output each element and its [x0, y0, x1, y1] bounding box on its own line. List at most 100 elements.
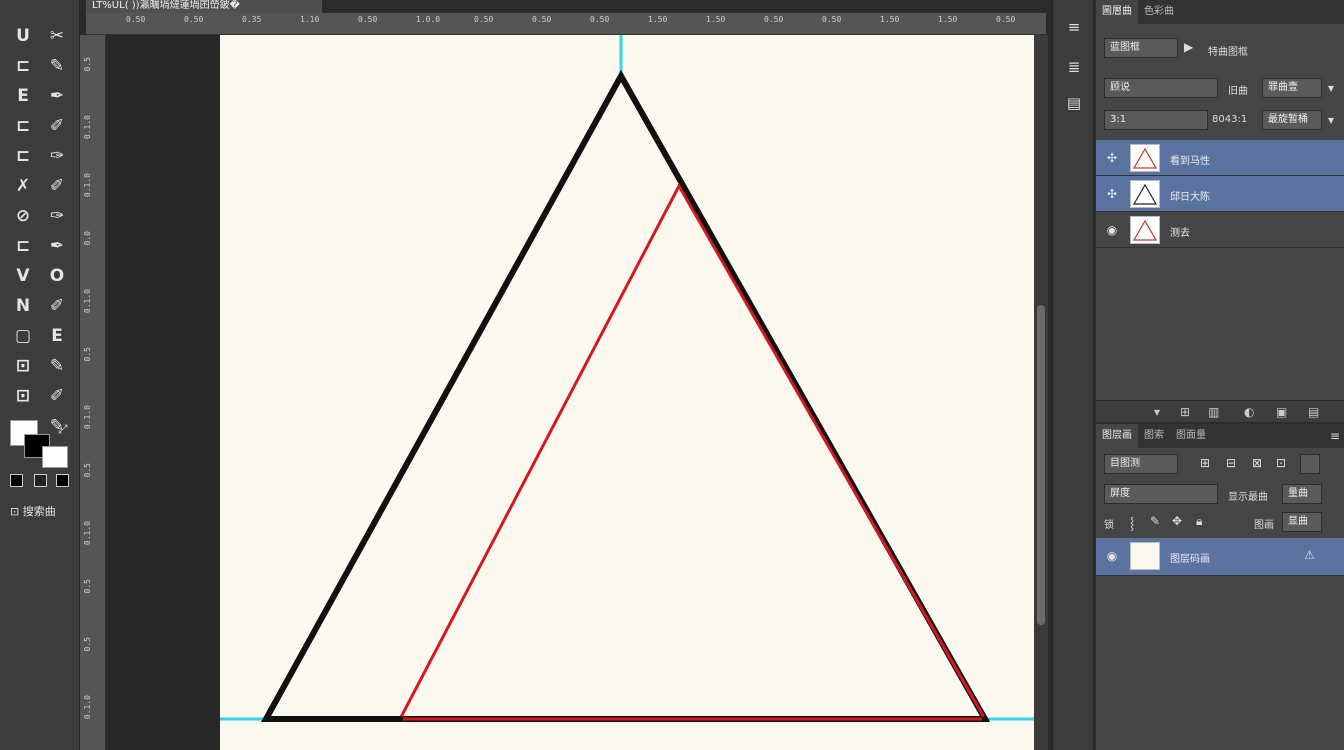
opacity-dropdown-icon[interactable]: ▾: [1328, 81, 1334, 95]
tool-button-9[interactable]: ✑: [42, 144, 72, 168]
upper-panel-footer: ▾ ⊞ ▥ ◐ ▣ ▤: [1096, 400, 1344, 422]
layer-row[interactable]: ◉ 图层码画 ⚠: [1096, 538, 1344, 576]
link-icon[interactable]: ✣: [1104, 150, 1120, 166]
lock-pixels-icon[interactable]: ✎: [1150, 514, 1160, 528]
layer-row[interactable]: ✣ 看到马性: [1096, 140, 1344, 176]
mask-icon[interactable]: ▥: [1208, 405, 1219, 419]
tool-button-19[interactable]: ✐: [42, 294, 72, 318]
ruler-tick-label: 0.50: [822, 15, 842, 24]
tab-channels[interactable]: 图索: [1138, 424, 1170, 448]
tab-layers[interactable]: 图层画: [1096, 424, 1138, 448]
ruler-tick-label: 0.5: [83, 579, 92, 594]
tool-button-7[interactable]: ✐: [42, 114, 72, 138]
lock-field[interactable]: 最旋暂桶: [1262, 110, 1322, 130]
tool-button-24[interactable]: ⊡: [8, 384, 38, 408]
lock-all-icon[interactable]: 🔒︎: [1196, 514, 1202, 529]
visibility-eye-icon[interactable]: ◉: [1104, 548, 1120, 564]
filter-shape-icon[interactable]: ⊡: [1276, 456, 1286, 470]
tool-button-21[interactable]: E: [42, 324, 72, 348]
tool-button-17[interactable]: O: [42, 264, 72, 288]
tool-button-25[interactable]: ✐: [42, 384, 72, 408]
tool-button-5[interactable]: ✒: [42, 84, 72, 108]
blend-mode-select[interactable]: 屏度: [1104, 484, 1218, 504]
vertical-ruler[interactable]: 0.5 0.1.0 0.1.0 0.0 0.1.0 0.5 0.1.0 0.5 0.1.0 0.5…: [80, 35, 106, 750]
ruler-tick-label: 1.50: [706, 15, 726, 24]
fill-value[interactable]: 显曲: [1282, 512, 1322, 532]
layer-row[interactable]: ✣ 邱日大陈: [1096, 176, 1344, 212]
tool-button-8[interactable]: ⊏: [8, 144, 38, 168]
layer-name: 测去: [1170, 228, 1190, 239]
tool-button-14[interactable]: ⊏: [8, 234, 38, 258]
mode-field[interactable]: 蓝图框: [1104, 38, 1178, 58]
horizontal-ruler[interactable]: 0.50 0.50 0.35 1.10 0.50 1.0.0 0.50 0.50 0.50 1.5…: [86, 13, 1046, 35]
play-icon[interactable]: ▶: [1184, 40, 1193, 54]
history-icon[interactable]: ≡: [1063, 16, 1085, 38]
panel-menu-icon[interactable]: ≡: [1330, 429, 1340, 443]
opacity-field[interactable]: 罪曲壹: [1262, 78, 1322, 98]
adjustment-icon[interactable]: ◐: [1244, 405, 1254, 419]
tools-panel: U✂⊏✎E✒⊏✐⊏✑✗✐⊘✑⊏✒VON✐▢E⊡✎⊡✐⊆✎ ⤢ ⊡ 搜索曲: [0, 0, 80, 750]
lock-position-icon[interactable]: ✥: [1172, 514, 1182, 528]
tool-button-3[interactable]: ✎: [42, 54, 72, 78]
layer-thumbnail: [1130, 180, 1160, 208]
libraries-icon[interactable]: ▤: [1063, 92, 1085, 114]
tab-upper-2[interactable]: 色彩曲: [1138, 0, 1180, 24]
tool-button-16[interactable]: V: [8, 264, 38, 288]
tool-button-12[interactable]: ⊘: [8, 204, 38, 228]
tool-button-1[interactable]: ✂: [42, 24, 72, 48]
tool-button-0[interactable]: U: [8, 24, 38, 48]
opacity-value[interactable]: 量曲: [1282, 484, 1322, 504]
fill-field[interactable]: 3:1: [1104, 110, 1208, 130]
tool-button-23[interactable]: ✎: [42, 354, 72, 378]
tool-button-22[interactable]: ⊡: [8, 354, 38, 378]
tool-button-18[interactable]: N: [8, 294, 38, 318]
new-group-icon[interactable]: ⊞: [1180, 405, 1190, 419]
lock-dropdown-icon[interactable]: ▾: [1328, 113, 1334, 127]
new-layer-icon[interactable]: ▣: [1276, 405, 1287, 419]
blend-field[interactable]: 顾说: [1104, 78, 1218, 98]
layer-thumbnail: [1130, 144, 1160, 172]
tool-button-2[interactable]: ⊏: [8, 54, 38, 78]
layer-row[interactable]: ◉ 测去: [1096, 212, 1344, 248]
filter-pixel-icon[interactable]: ⊞: [1200, 456, 1210, 470]
filter-adjust-icon[interactable]: ⊟: [1226, 456, 1236, 470]
ruler-tick-label: 0.1.0: [83, 405, 92, 430]
alt-color-swatch[interactable]: [42, 446, 68, 468]
opacity-label: 显示最曲: [1228, 492, 1268, 503]
tab-paths[interactable]: 图面量: [1170, 424, 1212, 448]
quick-mask-label[interactable]: ⊡ 搜索曲: [10, 503, 56, 519]
upper-layers-panel: 圖層曲 色彩曲 蓝图框 ▶ 特曲图框 顾说 旧曲 罪曲壹 ▾ 3:1 8043:…: [1096, 0, 1344, 422]
swap-colors-icon[interactable]: ⤢: [58, 422, 68, 437]
screen-mode-icon[interactable]: [56, 474, 69, 487]
tool-button-6[interactable]: ⊏: [8, 114, 38, 138]
tool-button-20[interactable]: ▢: [8, 324, 38, 348]
visibility-eye-icon[interactable]: ◉: [1104, 222, 1120, 238]
tool-button-4[interactable]: E: [8, 84, 38, 108]
mode-right-label: 特曲图框: [1208, 47, 1248, 58]
ruler-tick-label: 0.5: [83, 463, 92, 478]
ruler-tick-label: 0.5: [83, 637, 92, 652]
tool-button-11[interactable]: ✐: [42, 174, 72, 198]
tool-button-13[interactable]: ✑: [42, 204, 72, 228]
footer-dropdown-icon[interactable]: ▾: [1154, 405, 1160, 419]
default-colors-icon[interactable]: [10, 474, 23, 487]
ruler-tick-label: 0.1.0: [83, 289, 92, 314]
tab-upper-1[interactable]: 圖層曲: [1096, 0, 1138, 24]
ruler-tick-label: 0.50: [474, 15, 494, 24]
properties-icon[interactable]: ≣: [1063, 56, 1085, 78]
tool-button-15[interactable]: ✒: [42, 234, 72, 258]
lock-transparent-icon[interactable]: ⸾: [1130, 514, 1134, 531]
ruler-tick-label: 0.1.0: [83, 173, 92, 198]
filter-toggle[interactable]: [1300, 454, 1320, 474]
quick-mask-icon[interactable]: [34, 474, 47, 487]
vertical-scrollbar[interactable]: [1034, 35, 1048, 750]
delete-icon[interactable]: ▤: [1308, 405, 1319, 419]
filter-type-icon[interactable]: ⊠: [1252, 456, 1262, 470]
document-canvas[interactable]: [220, 35, 1034, 750]
kind-filter-field[interactable]: 目图测: [1104, 454, 1178, 474]
ruler-tick-label: 0.50: [996, 15, 1016, 24]
document-tab[interactable]: LT%UL( ))瀛曞堝燵蓮堝囨嵤鈹�: [86, 0, 322, 13]
scroll-thumb[interactable]: [1037, 305, 1045, 625]
tool-button-10[interactable]: ✗: [8, 174, 38, 198]
link-icon[interactable]: ✣: [1104, 186, 1120, 202]
